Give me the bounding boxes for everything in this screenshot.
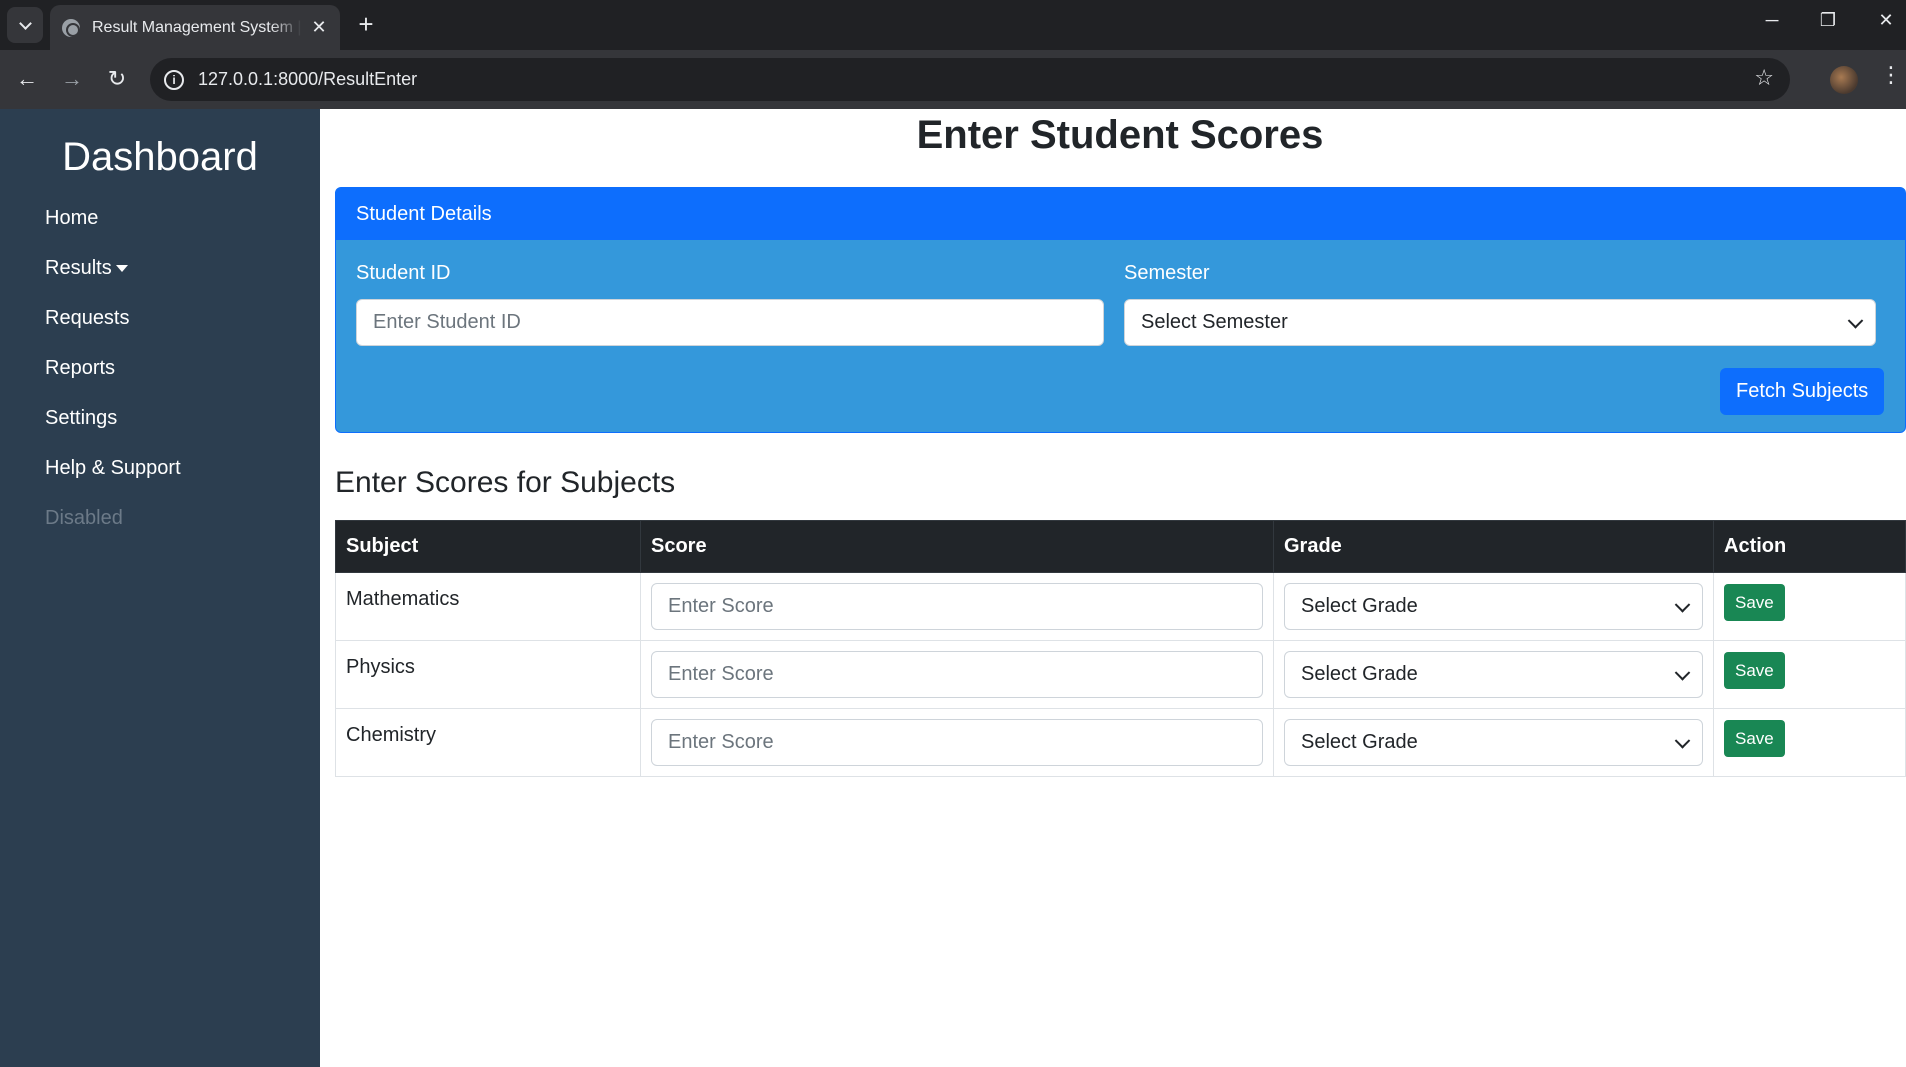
chevron-down-icon (1674, 596, 1691, 613)
score-cell: Enter Score (640, 572, 1274, 641)
semester-select[interactable]: Select Semester (1124, 299, 1876, 346)
subject-name: Mathematics (346, 588, 460, 610)
grade-select[interactable]: Select Grade (1284, 583, 1703, 630)
student-id-placeholder: Enter Student ID (373, 311, 521, 333)
restore-icon[interactable]: ❐ (1808, 10, 1848, 31)
grade-select[interactable]: Select Grade (1284, 719, 1703, 766)
sidebar-item-label: Results (45, 257, 112, 279)
minimize-icon[interactable]: ─ (1752, 10, 1792, 31)
main-content: Enter Student Scores Student Details Stu… (320, 109, 1906, 1067)
tab-title: Result Management System | Enter Result (92, 18, 302, 36)
column-header-grade: Grade (1273, 520, 1714, 573)
table-row: Chemistry Enter Score Select Grade Save (335, 708, 1906, 777)
score-input[interactable]: Enter Score (651, 719, 1263, 766)
save-button[interactable]: Save (1724, 584, 1785, 621)
student-details-card: Student Details Student ID Enter Student… (335, 187, 1906, 433)
subject-cell: Mathematics (335, 572, 641, 641)
score-placeholder: Enter Score (668, 595, 774, 617)
grade-value: Select Grade (1301, 663, 1418, 685)
sidebar-title: Dashboard (62, 135, 258, 179)
grade-cell: Select Grade (1273, 708, 1714, 777)
student-id-input[interactable]: Enter Student ID (356, 299, 1104, 346)
sidebar-item-requests[interactable]: Requests (45, 305, 181, 355)
score-cell: Enter Score (640, 640, 1274, 709)
action-cell: Save (1713, 640, 1906, 709)
sidebar-item-label: Disabled (45, 507, 123, 529)
bookmark-star-icon[interactable]: ☆ (1754, 65, 1774, 91)
action-cell: Save (1713, 572, 1906, 641)
table-header-row: Subject Score Grade Action (335, 520, 1906, 573)
subject-cell: Physics (335, 640, 641, 709)
scores-table: Subject Score Grade Action Mathematics E… (335, 520, 1906, 777)
score-placeholder: Enter Score (668, 663, 774, 685)
sidebar-item-label: Reports (45, 357, 116, 379)
score-cell: Enter Score (640, 708, 1274, 777)
chevron-down-icon (1674, 664, 1691, 681)
new-tab-button[interactable]: + (350, 9, 382, 41)
grade-value: Select Grade (1301, 595, 1418, 617)
sidebar-item-results[interactable]: Results (45, 255, 181, 305)
card-header: Student Details (336, 188, 1905, 240)
column-header-action: Action (1713, 520, 1906, 573)
close-window-icon[interactable]: ✕ (1866, 10, 1906, 31)
browser-tab[interactable]: Result Management System | Enter Result … (50, 5, 340, 50)
score-input[interactable]: Enter Score (651, 651, 1263, 698)
semester-label: Semester (1124, 262, 1210, 284)
sidebar-nav: Home Results Requests Reports Settings H… (45, 205, 181, 555)
chevron-down-icon (1847, 312, 1864, 329)
score-placeholder: Enter Score (668, 731, 774, 753)
save-button[interactable]: Save (1724, 652, 1785, 689)
subject-cell: Chemistry (335, 708, 641, 777)
tab-search-button[interactable] (7, 7, 43, 43)
browser-menu-icon[interactable]: ⋮ (1880, 62, 1902, 88)
sidebar-item-help-support[interactable]: Help & Support (45, 455, 181, 505)
reload-icon[interactable]: ↻ (100, 62, 134, 96)
sidebar-item-label: Requests (45, 307, 130, 329)
column-header-score: Score (640, 520, 1274, 573)
scores-section-title: Enter Scores for Subjects (335, 466, 676, 499)
address-bar[interactable]: i 127.0.0.1:8000/ResultEnter ☆ (150, 58, 1790, 101)
chevron-down-icon (18, 16, 32, 30)
browser-tab-bar: Result Management System | Enter Result … (0, 0, 1906, 50)
table-row: Mathematics Enter Score Select Grade Sav… (335, 572, 1906, 641)
sidebar-item-reports[interactable]: Reports (45, 355, 181, 405)
sidebar-item-label: Settings (45, 407, 118, 429)
url-text: 127.0.0.1:8000/ResultEnter (198, 69, 418, 89)
score-input[interactable]: Enter Score (651, 583, 1263, 630)
sidebar-item-label: Home (45, 207, 99, 229)
semester-value: Select Semester (1141, 311, 1288, 333)
grade-select[interactable]: Select Grade (1284, 651, 1703, 698)
subject-name: Physics (346, 656, 415, 678)
fetch-subjects-button[interactable]: Fetch Subjects (1720, 368, 1885, 415)
forward-arrow-icon[interactable]: → (55, 62, 89, 96)
table-row: Physics Enter Score Select Grade Save (335, 640, 1906, 709)
column-header-subject: Subject (335, 520, 641, 573)
chevron-down-icon (1674, 732, 1691, 749)
page-title: Enter Student Scores (916, 113, 1324, 157)
grade-cell: Select Grade (1273, 640, 1714, 709)
sidebar-item-label: Help & Support (45, 457, 181, 479)
action-cell: Save (1713, 708, 1906, 777)
profile-avatar[interactable] (1830, 66, 1858, 94)
sidebar-item-settings[interactable]: Settings (45, 405, 181, 455)
globe-icon (62, 18, 80, 37)
save-button[interactable]: Save (1724, 720, 1785, 757)
close-tab-icon[interactable]: ✕ (308, 17, 330, 38)
grade-value: Select Grade (1301, 731, 1418, 753)
grade-cell: Select Grade (1273, 572, 1714, 641)
student-id-label: Student ID (356, 262, 451, 284)
sidebar: Dashboard Home Results Requests Reports … (0, 109, 320, 1067)
sidebar-item-disabled: Disabled (45, 505, 181, 555)
caret-down-icon (115, 265, 128, 273)
sidebar-item-home[interactable]: Home (45, 205, 181, 255)
site-info-icon[interactable]: i (164, 69, 184, 90)
subject-name: Chemistry (346, 724, 437, 746)
back-arrow-icon[interactable]: ← (10, 62, 44, 96)
